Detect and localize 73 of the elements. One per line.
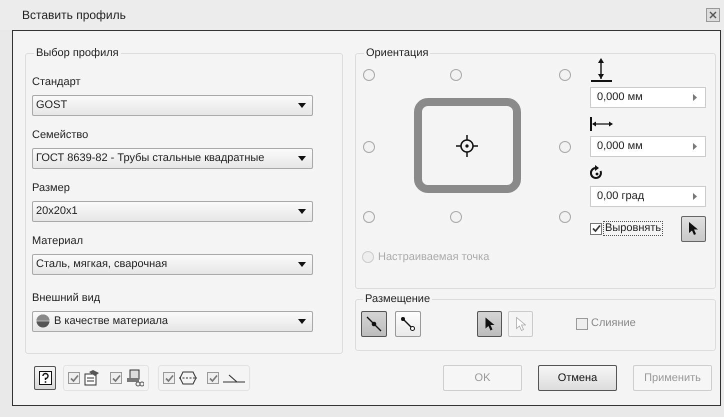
radio-button[interactable]: [363, 68, 375, 80]
pointer-icon: [688, 222, 698, 236]
dropdown[interactable]: ГОСТ 8639-82 - Трубы стальные квадратные: [32, 148, 313, 168]
dropdown[interactable]: 20x20x1: [32, 200, 313, 222]
caret-icon: [298, 318, 306, 324]
checkbox[interactable]: [68, 372, 80, 384]
pointer-icon: [484, 316, 494, 330]
dropdown-value: ГОСТ 8639-82 - Трубы стальные квадратные: [36, 150, 266, 166]
horizontal-offset-icon: [590, 116, 614, 130]
group-title: Выбор профиля: [35, 46, 120, 61]
caret-icon: [298, 262, 306, 266]
machine-icon: [126, 369, 144, 387]
dropdown-value: Сталь, мягкая, сварочная: [36, 256, 168, 272]
radio-button[interactable]: [363, 140, 375, 152]
radio-label: Настраиваемая точка: [378, 250, 490, 264]
caret-icon: [298, 156, 306, 160]
arrow-icon: [693, 142, 697, 150]
field-label: Семейство: [32, 128, 90, 142]
field-label: Материал: [32, 234, 84, 248]
caret-icon: [298, 102, 306, 108]
field-value: 0,000 мм: [596, 138, 644, 154]
number-field[interactable]: 0,000 мм: [590, 136, 706, 156]
angle-icon: [223, 373, 245, 383]
checkbox[interactable]: [590, 222, 602, 234]
field-label: Внешний вид: [32, 290, 102, 306]
pointer-icon: [516, 316, 526, 330]
rotate-icon: [590, 164, 604, 180]
properties-icon: [84, 370, 100, 386]
radio-button[interactable]: [450, 68, 462, 80]
arrow-icon: [693, 94, 697, 100]
checkbox[interactable]: [207, 372, 219, 384]
radio-button[interactable]: [363, 210, 375, 222]
field-label: Размер: [32, 180, 71, 196]
radio-button[interactable]: [559, 68, 571, 80]
select-button[interactable]: [477, 310, 502, 336]
checkbox[interactable]: [576, 318, 588, 330]
close-icon: [709, 11, 717, 19]
placement-mode-button[interactable]: [395, 310, 421, 336]
endpoint-line-icon: [400, 316, 416, 332]
arrow-icon: [693, 192, 697, 200]
group-title: Размещение: [364, 292, 432, 307]
dropdown-value: В качестве материала: [54, 314, 169, 329]
checkbox[interactable]: [110, 372, 122, 384]
field-value: 0,00 град: [596, 188, 646, 204]
caret-icon: [298, 208, 306, 214]
crosshair-icon: [456, 134, 478, 156]
close-button[interactable]: [706, 8, 720, 22]
dropdown[interactable]: Сталь, мягкая, сварочная: [32, 254, 313, 274]
dropdown[interactable]: В качестве материала: [32, 310, 313, 332]
field-label: Стандарт: [32, 74, 82, 90]
field-value: 0,000 мм: [596, 90, 644, 105]
dropdown[interactable]: GOST: [32, 94, 313, 116]
vertical-offset-icon: [590, 58, 614, 82]
group-title: Ориентация: [365, 46, 430, 61]
dropdown-value: 20x20x1: [36, 204, 79, 219]
question-mark-icon: [38, 371, 52, 385]
checkbox[interactable]: [163, 372, 175, 384]
midpoint-line-icon: [366, 316, 382, 332]
placement-mode-button[interactable]: [361, 310, 387, 336]
number-field[interactable]: 0,000 мм: [590, 86, 706, 108]
pick-button[interactable]: [681, 216, 706, 242]
dialog-button[interactable]: Отмена: [538, 365, 617, 391]
help-button[interactable]: [34, 366, 56, 390]
radio-button[interactable]: [450, 210, 462, 222]
number-field[interactable]: 0,00 град: [590, 186, 706, 206]
checkbox-label: Выровнять: [603, 221, 664, 236]
radio-button[interactable]: [559, 210, 571, 222]
sphere-icon: [36, 314, 50, 328]
radio-button[interactable]: [559, 140, 571, 152]
dropdown-value: GOST: [36, 98, 68, 113]
section-icon: [179, 370, 197, 386]
window-title: Вставить профиль: [22, 7, 126, 24]
checkbox-label: Слияние: [591, 316, 636, 332]
